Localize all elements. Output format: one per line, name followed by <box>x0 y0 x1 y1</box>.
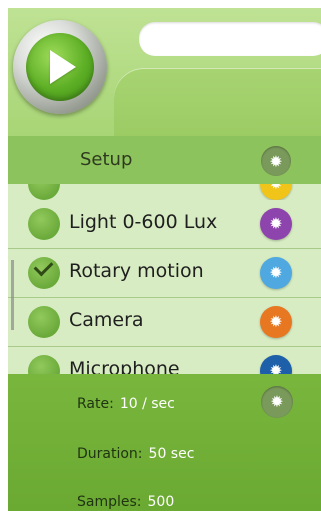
gear-icon: ✹ <box>269 263 283 282</box>
sensor-label: Rotary motion <box>69 260 204 282</box>
play-icon <box>50 50 76 84</box>
acquisition-settings: ✹ Rate: 10 / sec Duration: 50 sec Samples:… <box>8 374 321 511</box>
sensor-item[interactable]: Rotary motion ✹ <box>8 249 321 298</box>
sensor-checkbox[interactable] <box>28 355 60 374</box>
sensor-checkbox[interactable] <box>28 184 60 200</box>
gear-icon: ✹ <box>269 312 283 331</box>
sensor-label: Camera <box>69 309 144 331</box>
sensor-item[interactable]: Light 0-600 Lux ✹ <box>8 200 321 249</box>
sensor-item[interactable]: Camera ✹ <box>8 298 321 347</box>
settings-gear-button[interactable]: ✹ <box>261 386 293 418</box>
sensor-checkbox[interactable] <box>28 208 60 240</box>
rate-value: 10 / sec <box>119 396 175 412</box>
sensor-label: Light 0-600 Lux <box>69 211 218 233</box>
sensor-gear-button[interactable]: ✹ <box>260 184 292 200</box>
app-container: Setup ✹ ✹ Light 0-600 Lux ✹ Rotary motio… <box>8 8 321 511</box>
sensor-gear-button[interactable]: ✹ <box>260 208 292 240</box>
gear-icon: ✹ <box>260 184 292 200</box>
checkmark-icon <box>33 256 54 277</box>
header-panel <box>114 68 321 136</box>
sensor-gear-button[interactable]: ✹ <box>260 306 292 338</box>
gear-icon: ✹ <box>269 214 283 233</box>
samples-label: Samples: <box>77 494 142 510</box>
duration-label: Duration: <box>77 446 143 462</box>
sensor-list[interactable]: ✹ Light 0-600 Lux ✹ Rotary motion ✹ Came… <box>8 184 321 374</box>
search-input[interactable] <box>139 22 321 56</box>
setup-title: Setup <box>80 149 133 170</box>
sensor-checkbox[interactable] <box>28 306 60 338</box>
sensor-checkbox-checked[interactable] <box>28 256 60 289</box>
samples-value: 500 <box>147 494 175 510</box>
sensor-item[interactable]: Microphone ✹ <box>8 347 321 374</box>
sensor-gear-button[interactable]: ✹ <box>260 257 292 289</box>
sensor-gear-button[interactable]: ✹ <box>260 355 292 374</box>
header <box>8 8 321 136</box>
duration-setting[interactable]: Duration: 50 sec <box>77 446 194 462</box>
setup-bar: Setup ✹ <box>8 136 321 184</box>
gear-icon: ✹ <box>269 152 283 171</box>
duration-value: 50 sec <box>148 446 195 462</box>
samples-setting[interactable]: Samples: 500 <box>77 494 174 510</box>
sensor-label: Microphone <box>69 358 180 374</box>
gear-icon: ✹ <box>269 361 283 374</box>
play-button[interactable] <box>26 33 94 101</box>
gear-icon: ✹ <box>270 392 284 411</box>
setup-gear-button[interactable]: ✹ <box>261 146 291 176</box>
rate-setting[interactable]: Rate: 10 / sec <box>77 396 175 412</box>
scroll-indicator[interactable] <box>11 260 14 330</box>
rate-label: Rate: <box>77 396 114 412</box>
